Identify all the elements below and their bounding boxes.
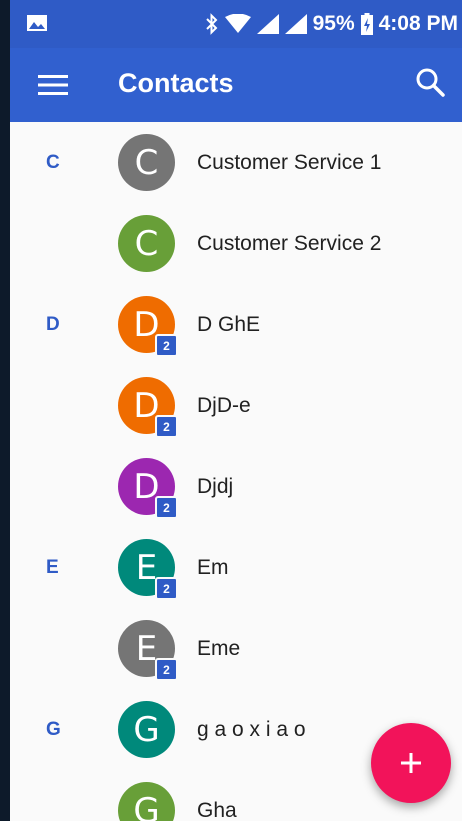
contact-name: DjD-e (197, 393, 251, 417)
page-title: Contacts (118, 68, 234, 98)
contact-row[interactable]: C C Customer Service 1 (10, 122, 462, 203)
signal-icon-2 (284, 14, 307, 34)
contact-name: D GhE (197, 312, 261, 336)
signal-icon (256, 14, 279, 34)
contact-row[interactable]: C Customer Service 2 (10, 203, 462, 284)
section-letter: E (46, 556, 59, 578)
section-letter: D (46, 313, 60, 335)
battery-charging-icon (360, 13, 373, 35)
contact-row[interactable]: E E 2 Em (10, 527, 462, 608)
contact-name: Customer Service 2 (197, 231, 382, 255)
contact-name: Customer Service 1 (197, 150, 382, 174)
section-letter: C (46, 151, 60, 173)
menu-icon[interactable] (38, 70, 68, 100)
avatar: G (118, 782, 175, 821)
contact-name: Gha (197, 798, 237, 821)
window-frame (0, 0, 10, 821)
contact-row[interactable]: DD2D GhE (10, 284, 462, 365)
bluetooth-icon (205, 13, 218, 35)
image-notification-icon (27, 15, 47, 31)
contact-name: Djdj (197, 474, 234, 498)
contact-name: g a o x i a o (197, 717, 306, 741)
contact-row[interactable]: E 2 Eme (10, 608, 462, 689)
status-indicators: 95% 4:08 PM (205, 0, 458, 48)
avatar: G (118, 701, 175, 758)
clock: 4:08 PM (378, 12, 458, 35)
contact-name: Em (197, 555, 229, 579)
account-badge: 2 (155, 658, 178, 681)
account-badge: 2 (155, 334, 178, 357)
contact-row[interactable]: D 2 DjD-e (10, 365, 462, 446)
section-letter: G (46, 718, 61, 740)
contacts-list[interactable]: C C Customer Service 1 C Customer Service 2D… (10, 122, 462, 821)
app-bar: Contacts (10, 48, 462, 122)
account-badge: 2 (155, 415, 178, 438)
avatar: C (118, 215, 175, 272)
search-icon[interactable] (414, 66, 448, 100)
account-badge: 2 (155, 496, 178, 519)
contact-row[interactable]: D 2 Djdj (10, 446, 462, 527)
battery-percent: 95% (312, 12, 355, 35)
contact-name: Eme (197, 636, 241, 660)
status-bar: 95% 4:08 PM (10, 0, 462, 48)
avatar: C (118, 134, 175, 191)
account-badge: 2 (155, 577, 178, 600)
plus-icon (401, 753, 421, 773)
wifi-icon (224, 14, 251, 33)
add-contact-button[interactable] (371, 723, 451, 803)
